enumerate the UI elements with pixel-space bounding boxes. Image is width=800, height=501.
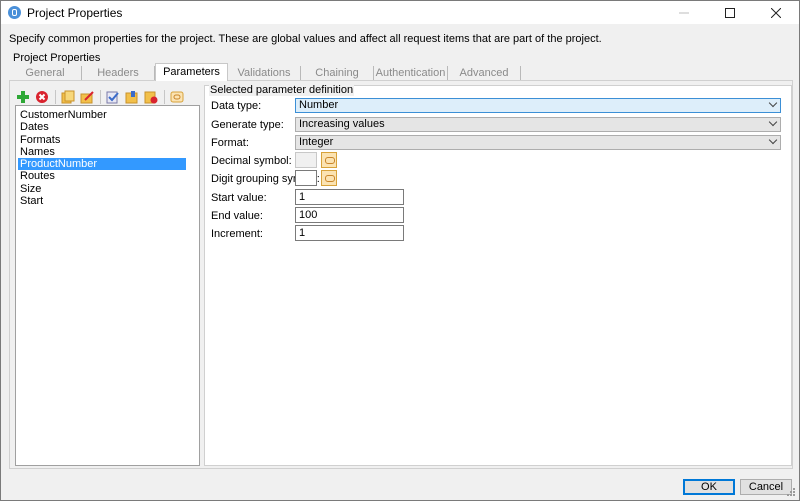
list-item[interactable]: Formats [16, 134, 199, 146]
decimal-symbol-field [295, 152, 317, 168]
detail-group-title: Selected parameter definition [209, 84, 355, 96]
data-type-select[interactable]: Number [295, 98, 781, 113]
resize-grip-icon[interactable] [786, 487, 796, 497]
format-value: Integer [299, 136, 334, 148]
copy-icon[interactable] [61, 90, 75, 104]
parameter-toolbar [16, 89, 189, 105]
maximize-icon [725, 7, 735, 18]
tab-chaining[interactable]: Chaining [301, 66, 374, 80]
generate-type-label: Generate type: [211, 119, 284, 131]
generate-type-value: Increasing values [299, 118, 385, 130]
tab-validations[interactable]: Validations [228, 66, 301, 80]
start-value-label: Start value: [211, 192, 267, 204]
generate-type-select[interactable]: Increasing values [295, 117, 781, 132]
minimize-icon [679, 12, 689, 13]
tab-parameters[interactable]: Parameters [155, 63, 228, 81]
dialog-description: Specify common properties for the projec… [9, 33, 602, 45]
end-value-input[interactable]: 100 [295, 207, 404, 223]
list-item[interactable]: CustomerNumber [16, 109, 199, 121]
remove-icon[interactable] [144, 90, 158, 104]
list-item[interactable]: Names [16, 146, 199, 158]
digit-grouping-field[interactable] [295, 170, 317, 186]
list-item[interactable]: Size [16, 183, 199, 195]
delete-icon[interactable] [35, 90, 49, 104]
tab-headers[interactable]: Headers [82, 66, 155, 80]
minimize-button[interactable] [661, 1, 707, 24]
group-title: Project Properties [13, 52, 101, 64]
export-icon[interactable] [125, 90, 139, 104]
list-item[interactable]: Dates [16, 121, 199, 133]
ok-button[interactable]: OK [683, 479, 735, 495]
cancel-button[interactable]: Cancel [740, 479, 792, 495]
app-icon [8, 6, 21, 19]
close-button[interactable] [753, 1, 799, 24]
decimal-symbol-picker-button[interactable] [321, 152, 337, 168]
increment-label: Increment: [211, 228, 263, 240]
window-title: Project Properties [27, 5, 123, 20]
decimal-symbol-label: Decimal symbol: [211, 155, 292, 167]
data-type-label: Data type: [211, 100, 262, 112]
add-icon[interactable] [16, 90, 30, 104]
increment-input[interactable]: 1 [295, 225, 404, 241]
start-value-input[interactable]: 1 [295, 189, 404, 205]
format-label: Format: [211, 137, 249, 149]
tab-advanced[interactable]: Advanced [448, 66, 521, 80]
maximize-button[interactable] [707, 1, 753, 24]
end-value-label: End value: [211, 210, 263, 222]
list-item[interactable]: Start [16, 195, 199, 207]
close-icon [771, 7, 781, 18]
symbol-icon[interactable] [170, 90, 184, 104]
edit-icon[interactable] [80, 90, 94, 104]
chevron-down-icon [768, 135, 778, 145]
toolbar-separator [164, 90, 165, 104]
title-bar[interactable]: Project Properties [1, 1, 799, 24]
list-item-selected[interactable]: ProductNumber [18, 158, 186, 171]
format-select[interactable]: Integer [295, 135, 781, 150]
digit-grouping-picker-button[interactable] [321, 170, 337, 186]
check-icon[interactable] [106, 90, 120, 104]
project-properties-dialog: Project Properties Specify common proper… [0, 0, 800, 501]
tab-strip: General Headers Parameters Validations C… [9, 63, 529, 81]
tab-general[interactable]: General [9, 66, 82, 80]
tab-authentication[interactable]: Authentication [374, 66, 448, 80]
toolbar-separator [100, 90, 101, 104]
chevron-down-icon [768, 98, 778, 108]
parameter-list[interactable]: CustomerNumber Dates Formats Names Produ… [15, 105, 200, 466]
chevron-down-icon [768, 117, 778, 127]
list-item[interactable]: Routes [16, 170, 199, 182]
toolbar-separator [55, 90, 56, 104]
data-type-value: Number [299, 99, 339, 111]
